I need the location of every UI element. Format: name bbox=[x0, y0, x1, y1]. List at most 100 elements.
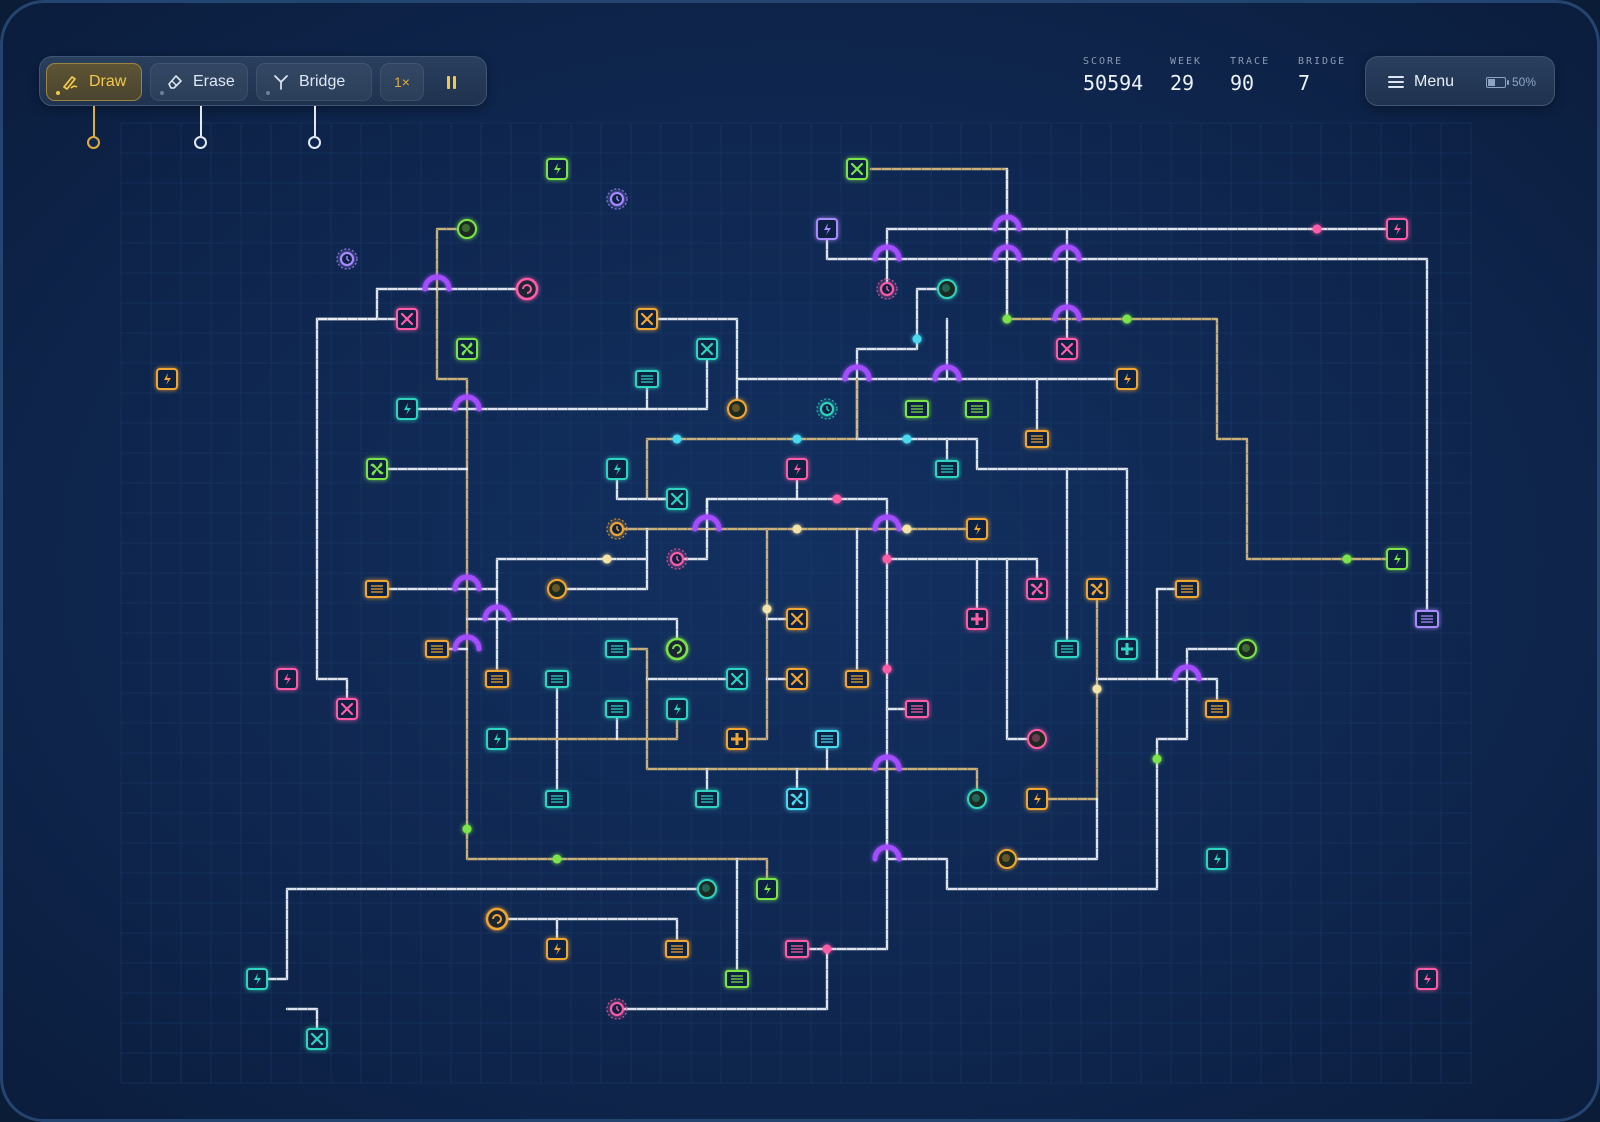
memory-chip[interactable] bbox=[695, 790, 719, 808]
memory-chip[interactable] bbox=[965, 400, 989, 418]
cross-chip[interactable] bbox=[336, 698, 358, 720]
plus-chip[interactable] bbox=[726, 728, 748, 750]
bolt-chip[interactable] bbox=[756, 878, 778, 900]
cross-chip[interactable] bbox=[786, 668, 808, 690]
plus-chip[interactable] bbox=[1116, 638, 1138, 660]
ring-node[interactable] bbox=[816, 398, 838, 420]
memory-chip[interactable] bbox=[1055, 640, 1079, 658]
trace-wire[interactable] bbox=[315, 287, 379, 711]
ring-node[interactable] bbox=[666, 548, 688, 570]
cross-chip[interactable] bbox=[636, 308, 658, 330]
node-orb[interactable] bbox=[547, 579, 567, 599]
trace-wire[interactable] bbox=[855, 287, 949, 441]
memory-chip[interactable] bbox=[905, 400, 929, 418]
ring-node[interactable] bbox=[336, 248, 358, 270]
trace-wire[interactable] bbox=[495, 707, 679, 741]
memory-chip[interactable] bbox=[815, 730, 839, 748]
node-orb[interactable] bbox=[697, 879, 717, 899]
node-orb[interactable] bbox=[937, 279, 957, 299]
signal-pulse bbox=[1122, 314, 1132, 324]
memory-chip[interactable] bbox=[725, 970, 749, 988]
memory-chip[interactable] bbox=[785, 940, 809, 958]
node-orb[interactable] bbox=[457, 219, 477, 239]
bolt-chip[interactable] bbox=[606, 458, 628, 480]
menu-button[interactable]: Menu bbox=[1374, 63, 1482, 101]
trace-wire[interactable] bbox=[735, 527, 769, 741]
trace-wire[interactable] bbox=[1005, 797, 1099, 861]
memory-chip[interactable] bbox=[1175, 580, 1199, 598]
trace-wire[interactable] bbox=[495, 917, 679, 951]
bolt-chip[interactable] bbox=[666, 698, 688, 720]
bolt-chip[interactable] bbox=[1386, 218, 1408, 240]
fan-chip[interactable] bbox=[1086, 578, 1108, 600]
trace-wire[interactable] bbox=[255, 887, 709, 981]
fan-chip[interactable] bbox=[366, 458, 388, 480]
memory-chip[interactable] bbox=[485, 670, 509, 688]
bridge-tool-button[interactable]: Bridge bbox=[256, 63, 372, 101]
bolt-chip[interactable] bbox=[966, 518, 988, 540]
speed-button[interactable]: 1× bbox=[380, 63, 424, 101]
memory-chip[interactable] bbox=[545, 670, 569, 688]
spiral-orb[interactable] bbox=[485, 907, 509, 931]
ring-node[interactable] bbox=[606, 188, 628, 210]
circuit-board[interactable] bbox=[3, 3, 1600, 1122]
bolt-chip[interactable] bbox=[816, 218, 838, 240]
cross-chip[interactable] bbox=[666, 488, 688, 510]
bolt-chip[interactable] bbox=[1026, 788, 1048, 810]
bolt-chip[interactable] bbox=[546, 938, 568, 960]
cross-chip[interactable] bbox=[306, 1028, 328, 1050]
memory-chip[interactable] bbox=[605, 640, 629, 658]
plus-chip[interactable] bbox=[966, 608, 988, 630]
fan-chip[interactable] bbox=[786, 788, 808, 810]
memory-chip[interactable] bbox=[845, 670, 869, 688]
memory-chip[interactable] bbox=[905, 700, 929, 718]
fan-chip[interactable] bbox=[456, 338, 478, 360]
bolt-chip[interactable] bbox=[1116, 368, 1138, 390]
memory-chip[interactable] bbox=[635, 370, 659, 388]
cross-chip[interactable] bbox=[1056, 338, 1078, 360]
memory-chip[interactable] bbox=[425, 640, 449, 658]
node-orb[interactable] bbox=[727, 399, 747, 419]
cross-chip[interactable] bbox=[846, 158, 868, 180]
bolt-chip[interactable] bbox=[246, 968, 268, 990]
bolt-chip[interactable] bbox=[486, 728, 508, 750]
trace-wire[interactable] bbox=[465, 617, 679, 651]
spiral-orb[interactable] bbox=[665, 637, 689, 661]
node-orb[interactable] bbox=[1237, 639, 1257, 659]
bolt-chip[interactable] bbox=[156, 368, 178, 390]
bolt-chip[interactable] bbox=[786, 458, 808, 480]
bolt-chip[interactable] bbox=[1206, 848, 1228, 870]
memory-chip[interactable] bbox=[1415, 610, 1439, 628]
ring-node[interactable] bbox=[606, 998, 628, 1020]
bolt-chip[interactable] bbox=[546, 158, 568, 180]
node-orb[interactable] bbox=[1027, 729, 1047, 749]
memory-chip[interactable] bbox=[545, 790, 569, 808]
bridge-tool-indicator bbox=[266, 91, 270, 95]
trace-wire[interactable] bbox=[885, 557, 1039, 591]
trace-network[interactable] bbox=[255, 167, 1429, 1041]
spiral-orb[interactable] bbox=[515, 277, 539, 301]
draw-tool-button[interactable]: Draw bbox=[46, 63, 142, 101]
memory-chip[interactable] bbox=[935, 460, 959, 478]
cross-chip[interactable] bbox=[396, 308, 418, 330]
cross-chip[interactable] bbox=[786, 608, 808, 630]
memory-chip[interactable] bbox=[1025, 430, 1049, 448]
cross-chip[interactable] bbox=[726, 668, 748, 690]
bolt-chip[interactable] bbox=[396, 398, 418, 420]
cross-chip[interactable] bbox=[696, 338, 718, 360]
ring-node[interactable] bbox=[606, 518, 628, 540]
trace-wire[interactable] bbox=[855, 437, 1129, 651]
fan-chip[interactable] bbox=[1026, 578, 1048, 600]
node-orb[interactable] bbox=[967, 789, 987, 809]
memory-chip[interactable] bbox=[605, 700, 629, 718]
memory-chip[interactable] bbox=[365, 580, 389, 598]
memory-chip[interactable] bbox=[1205, 700, 1229, 718]
pause-button[interactable] bbox=[432, 63, 470, 101]
memory-chip[interactable] bbox=[665, 940, 689, 958]
bolt-chip[interactable] bbox=[1416, 968, 1438, 990]
bolt-chip[interactable] bbox=[1386, 548, 1408, 570]
ring-node[interactable] bbox=[876, 278, 898, 300]
node-orb[interactable] bbox=[997, 849, 1017, 869]
erase-tool-button[interactable]: Erase bbox=[150, 63, 248, 101]
bolt-chip[interactable] bbox=[276, 668, 298, 690]
